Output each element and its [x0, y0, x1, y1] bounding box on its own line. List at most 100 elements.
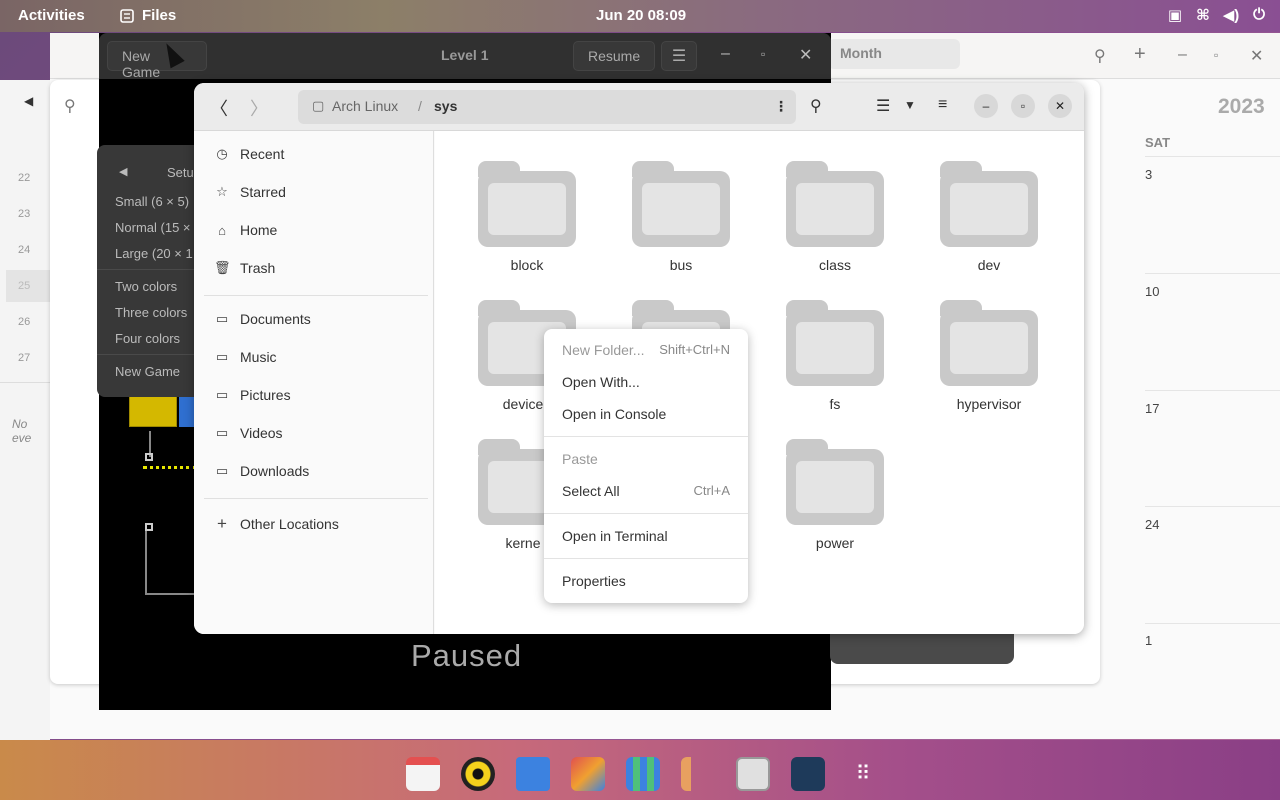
software-icon[interactable]	[571, 757, 605, 791]
path-node	[145, 523, 153, 531]
folder-icon	[786, 300, 884, 386]
menu-item-two-colors[interactable]: Two colors	[115, 279, 177, 294]
sidebar-item-other-locations[interactable]: + Other Locations	[214, 514, 339, 534]
path-segment-root[interactable]: Arch Linux	[332, 98, 398, 114]
sudoku-icon[interactable]	[736, 757, 770, 791]
back-arrow-icon[interactable]: ◀	[119, 165, 127, 178]
tiles-game-icon[interactable]	[626, 757, 660, 791]
minimize-icon[interactable]: –	[721, 45, 730, 63]
sidebar-item-label: Downloads	[240, 463, 310, 479]
folder-item[interactable]: power	[775, 439, 895, 551]
clock[interactable]: Jun 20 08:09	[596, 7, 686, 24]
list-view-icon[interactable]: ☰	[876, 96, 890, 116]
shortcut-label: Ctrl+A	[693, 483, 730, 498]
add-icon[interactable]: +	[1134, 43, 1146, 66]
folder-icon	[940, 300, 1038, 386]
sidebar-item-recent[interactable]: ◷ Recent	[214, 146, 284, 162]
maximize-icon[interactable]: ▫	[1011, 94, 1035, 118]
dotted-path	[143, 466, 197, 469]
close-icon[interactable]: ✕	[1048, 94, 1072, 118]
month-view-button[interactable]: Month	[828, 39, 960, 69]
forward-icon[interactable]: 〉	[250, 95, 268, 121]
menu-item-three-colors[interactable]: Three colors	[115, 305, 187, 320]
search-icon[interactable]: ⚲	[810, 96, 822, 116]
divider	[0, 382, 50, 383]
volume-icon[interactable]: ◀)	[1222, 6, 1240, 24]
screen-share-icon[interactable]: ▣	[1166, 6, 1184, 24]
folder-label: dev	[977, 257, 1001, 273]
folder-label: block	[510, 257, 544, 273]
app-menu[interactable]: Files	[120, 7, 176, 24]
search-icon[interactable]: ⚲	[1094, 46, 1106, 66]
menu-item-small[interactable]: Small (6 × 5)	[115, 194, 189, 209]
new-game-button[interactable]: New Game	[107, 41, 207, 80]
menu-icon[interactable]: ☰	[661, 41, 697, 71]
folder-item[interactable]: class	[775, 161, 895, 273]
maximize-icon[interactable]: ▫	[761, 47, 765, 61]
close-icon[interactable]: ✕	[1250, 46, 1263, 66]
prev-arrow-icon[interactable]: ◀	[24, 94, 33, 108]
menu-item-select-all[interactable]: Select All Ctrl+A	[562, 483, 730, 499]
folder-item[interactable]: fs	[775, 300, 895, 412]
day-cell[interactable]: 10	[1145, 284, 1159, 299]
day-cell[interactable]: 1	[1145, 633, 1152, 648]
blue-tile[interactable]	[179, 395, 195, 427]
folder-label: power	[815, 535, 855, 551]
folder-item[interactable]: block	[467, 161, 587, 273]
activities-button[interactable]: Activities	[18, 7, 85, 24]
sidebar-item-starred[interactable]: ☆ Starred	[214, 184, 286, 200]
resume-button[interactable]: Resume	[573, 41, 655, 71]
menu-item-label: New Folder...	[562, 342, 645, 358]
calendar-app-icon[interactable]	[406, 757, 440, 791]
menu-item-properties[interactable]: Properties	[562, 573, 730, 589]
path-segment-current[interactable]: sys	[434, 98, 457, 114]
folder-label: hypervisor	[956, 396, 1022, 412]
rhythmbox-icon[interactable]	[461, 757, 495, 791]
network-icon[interactable]: ⌘	[1194, 6, 1212, 24]
power-icon[interactable]: ⏻	[1250, 6, 1268, 24]
view-options-icon[interactable]: ▼	[904, 98, 916, 112]
path-bar[interactable]: ▢ Arch Linux / sys ⋮	[298, 90, 796, 124]
sidebar-item-documents[interactable]: ▭ Documents	[214, 311, 311, 327]
sidebar-separator	[204, 498, 428, 499]
files-icon[interactable]	[516, 757, 550, 791]
minimize-icon[interactable]: –	[974, 94, 998, 118]
menu-item-open-terminal[interactable]: Open in Terminal	[562, 528, 730, 544]
sidebar-item-music[interactable]: ▭ Music	[214, 349, 277, 365]
menu-item-new-folder[interactable]: New Folder... Shift+Ctrl+N	[562, 342, 730, 358]
maximize-icon[interactable]: ▫	[1214, 48, 1218, 62]
flow-game-icon[interactable]	[791, 757, 825, 791]
day-cell[interactable]: 17	[1145, 401, 1159, 416]
close-icon[interactable]: ✕	[799, 45, 812, 65]
search-icon[interactable]: ⚲	[64, 96, 76, 116]
menu-item-normal[interactable]: Normal (15 ×	[115, 220, 191, 235]
sidebar-item-downloads[interactable]: ▭ Downloads	[214, 463, 309, 479]
sidebar-item-home[interactable]: ⌂ Home	[214, 222, 277, 238]
sidebar-item-videos[interactable]: ▭ Videos	[214, 425, 283, 441]
back-icon[interactable]: 〈	[210, 95, 228, 121]
day-cell[interactable]: 3	[1145, 167, 1152, 182]
sidebar-item-pictures[interactable]: ▭ Pictures	[214, 387, 291, 403]
sidebar-item-trash[interactable]: 🗑 Trash	[214, 260, 275, 276]
folder-item[interactable]: dev	[929, 161, 1049, 273]
folder-item[interactable]: bus	[621, 161, 741, 273]
divider	[1145, 156, 1280, 157]
path-menu-icon[interactable]: ⋮	[774, 98, 788, 115]
nibbles-icon[interactable]	[681, 757, 715, 791]
sidebar-item-label: Music	[240, 349, 277, 365]
main-menu-icon[interactable]: ≡	[938, 96, 947, 114]
minimize-icon[interactable]: –	[1178, 46, 1187, 64]
day-cell[interactable]: 24	[1145, 517, 1159, 532]
folder-icon	[786, 161, 884, 247]
system-tray[interactable]: ▣ ⌘ ◀) ⏻	[1166, 6, 1268, 24]
folder-item[interactable]: hypervisor	[929, 300, 1049, 412]
menu-item-large[interactable]: Large (20 × 1	[115, 246, 193, 261]
menu-item-open-with[interactable]: Open With...	[562, 374, 730, 390]
menu-item-paste[interactable]: Paste	[562, 451, 730, 467]
menu-item-new-game[interactable]: New Game	[115, 364, 180, 379]
sidebar-separator	[204, 295, 428, 296]
yellow-tile[interactable]	[129, 395, 177, 427]
menu-item-open-console[interactable]: Open in Console	[562, 406, 730, 422]
app-grid-icon[interactable]: ⠿	[846, 757, 880, 791]
menu-item-four-colors[interactable]: Four colors	[115, 331, 180, 346]
